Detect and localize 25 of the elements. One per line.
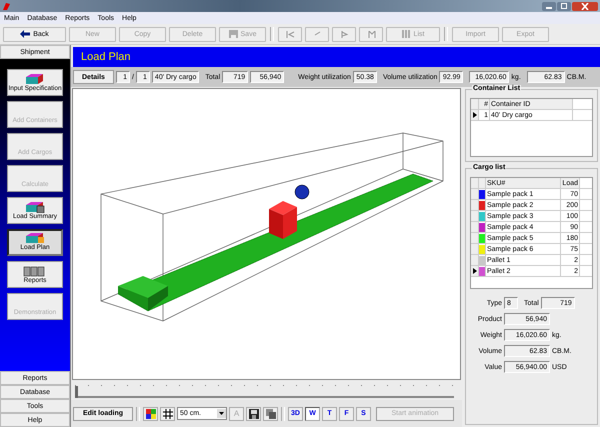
slider-thumb[interactable] <box>75 386 78 398</box>
left-arrow-icon <box>20 30 30 38</box>
grid-icon[interactable] <box>160 406 175 420</box>
dropdown-arrow-icon[interactable] <box>217 409 226 418</box>
save-icon <box>228 30 238 38</box>
close-icon <box>581 2 589 10</box>
save-icon[interactable] <box>246 406 261 420</box>
documents-icon <box>23 265 47 277</box>
container-icon <box>23 232 47 244</box>
next-record-icon <box>340 30 348 38</box>
first-record-icon <box>286 30 294 38</box>
page-title: Load Plan <box>81 51 131 63</box>
cargo-cube-drawing <box>269 201 297 239</box>
container-icon <box>23 201 47 213</box>
color-palette-icon[interactable] <box>143 406 158 420</box>
slider-track[interactable] <box>75 382 454 398</box>
copy-icon[interactable] <box>263 406 278 420</box>
close-button[interactable] <box>572 2 598 10</box>
maximize-button[interactable] <box>557 2 571 10</box>
minimize-button[interactable] <box>542 2 556 10</box>
maximize-icon <box>560 3 568 9</box>
sphere-drawing <box>294 184 310 200</box>
last-record-icon <box>366 30 376 38</box>
previous-record-icon <box>312 30 322 38</box>
list-icon <box>402 30 411 38</box>
